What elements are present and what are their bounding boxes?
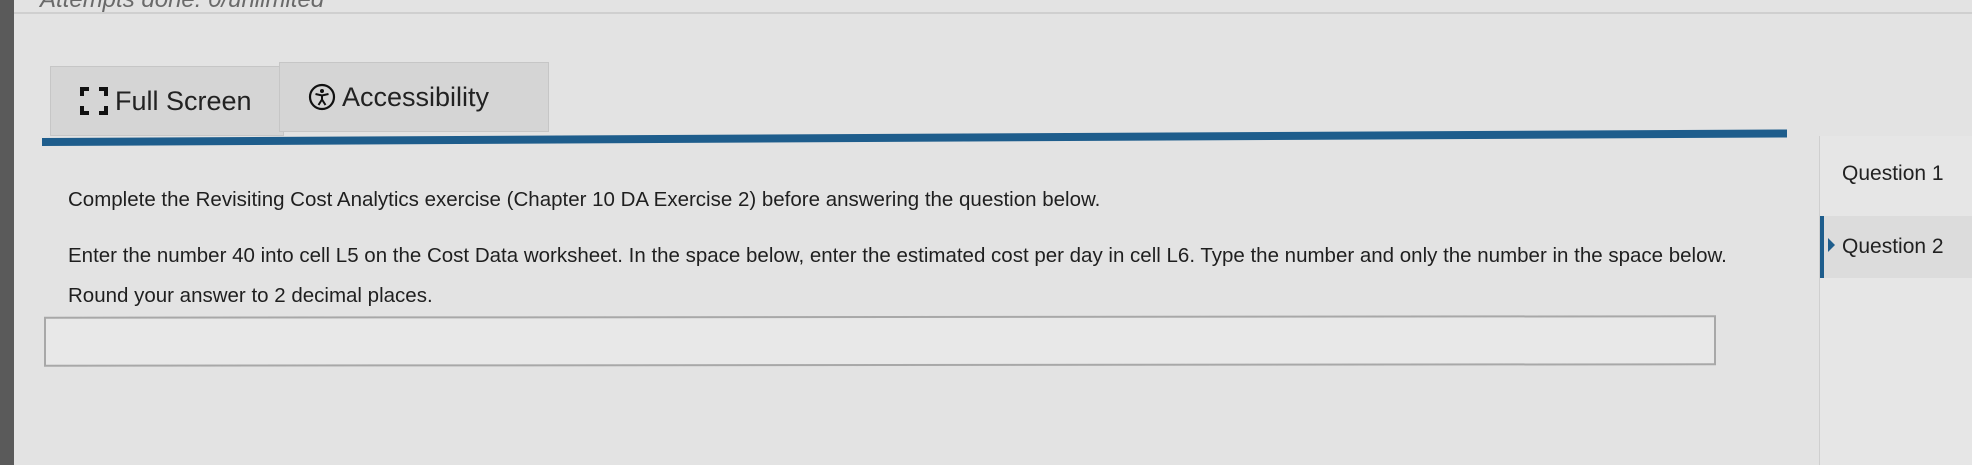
question-instructions: Enter the number 40 into cell L5 on the … [68, 244, 1727, 307]
accessibility-label: Accessibility [342, 81, 490, 112]
nav-item-label: Question 1 [1842, 162, 1944, 185]
current-question-arrow-icon [1828, 238, 1835, 252]
nav-item-question-1[interactable]: Question 1 [1820, 146, 1972, 202]
quiz-page: Attempts done: 0/unlimited Full Screen A… [14, 0, 1972, 465]
nav-item-question-2[interactable]: Question 2 [1820, 216, 1972, 278]
question-navigation: Question 1 Question 2 [1819, 136, 1972, 465]
accessibility-person-icon [308, 83, 336, 111]
question-intro: Complete the Revisiting Cost Analytics e… [68, 188, 1101, 211]
header-divider [14, 12, 1972, 14]
fullscreen-brackets-icon [79, 86, 109, 116]
accessibility-button[interactable]: Accessibility [279, 62, 549, 132]
full-screen-label: Full Screen [115, 85, 252, 116]
answer-input[interactable] [44, 315, 1716, 367]
nav-item-label: Question 2 [1842, 235, 1944, 258]
full-screen-button[interactable]: Full Screen [50, 66, 284, 136]
left-window-edge [0, 0, 14, 465]
